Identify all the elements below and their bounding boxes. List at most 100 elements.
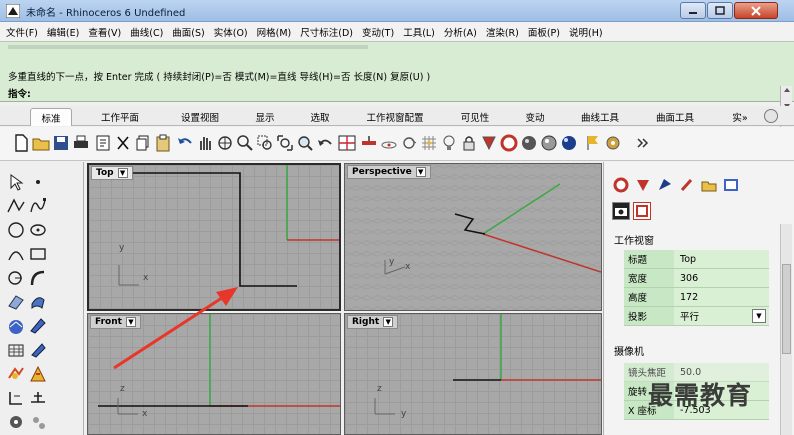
menu-panels[interactable]: 面板(P) [528, 25, 560, 39]
ghosted-sphere-icon[interactable] [520, 134, 538, 152]
menu-dimension[interactable]: 尺寸标注(D) [300, 25, 353, 39]
tab-surface-tools[interactable]: 曲面工具 [645, 108, 705, 126]
tab-options-gear-icon[interactable] [764, 109, 778, 123]
undo-view-icon[interactable] [316, 134, 334, 152]
viewport-top-tab[interactable]: Top ▼ [91, 166, 133, 180]
open-folder-icon[interactable] [32, 134, 50, 152]
viewport-right-tab[interactable]: Right ▼ [347, 315, 399, 329]
paste-icon[interactable] [154, 134, 172, 152]
render-flag-icon[interactable] [584, 134, 602, 152]
menu-analyze[interactable]: 分析(A) [444, 25, 477, 39]
tab-set-view[interactable]: 设置视图 [170, 108, 230, 126]
solid-sphere-icon[interactable] [28, 316, 48, 336]
point-icon[interactable] [28, 172, 48, 192]
analyze-tool-icon[interactable] [28, 364, 48, 384]
boolean-tool-icon[interactable] [28, 340, 48, 360]
background-subtab-icon[interactable] [633, 202, 651, 220]
menu-surface[interactable]: 曲面(S) [172, 25, 204, 39]
projection-select[interactable]: 平行 ▼ [674, 307, 769, 326]
menu-file[interactable]: 文件(F) [6, 25, 38, 39]
fillet-curve-icon[interactable] [6, 268, 26, 288]
print-icon[interactable] [72, 134, 90, 152]
rotate-view-icon[interactable] [216, 134, 234, 152]
menu-edit[interactable]: 编辑(E) [47, 25, 79, 39]
cut-icon[interactable] [114, 134, 132, 152]
lock-icon[interactable] [460, 134, 478, 152]
cplane-origin-icon[interactable] [380, 134, 398, 152]
viewport-menu-arrow-icon[interactable]: ▼ [383, 317, 394, 327]
dimension-tool-icon[interactable] [6, 388, 26, 408]
shaded-material-icon[interactable] [480, 134, 498, 152]
xray-sphere-icon[interactable] [540, 134, 558, 152]
minimize-button[interactable] [680, 2, 706, 19]
menu-tools[interactable]: 工具(L) [403, 25, 435, 39]
transform-tool-icon[interactable] [6, 364, 26, 384]
pan-hand-icon[interactable] [196, 134, 214, 152]
panel-scroll-thumb[interactable] [782, 264, 791, 354]
cplane-rotate-icon[interactable] [400, 134, 418, 152]
set-cplane-icon[interactable] [360, 134, 378, 152]
prop-value-field[interactable]: 172 [674, 288, 769, 307]
menu-solid[interactable]: 实体(O) [214, 25, 248, 39]
render-sphere-icon[interactable] [560, 134, 578, 152]
select-arrow-icon[interactable] [6, 172, 26, 192]
object-snap-icon[interactable] [6, 412, 26, 432]
menu-render[interactable]: 渲染(R) [486, 25, 519, 39]
solid-box-icon[interactable] [6, 316, 26, 336]
viewport-menu-arrow-icon[interactable]: ▼ [117, 168, 128, 178]
viewport-right[interactable]: z y Right ▼ [344, 313, 602, 435]
tab-standard[interactable]: 标准 [30, 108, 72, 126]
viewport-menu-arrow-icon[interactable]: ▼ [415, 167, 426, 177]
panel-scrollbar[interactable] [780, 224, 792, 435]
tab-curve-tools[interactable]: 曲线工具 [570, 108, 630, 126]
light-bulb-icon[interactable] [440, 134, 458, 152]
undo-icon[interactable] [176, 134, 194, 152]
tab-visibility[interactable]: 可见性 [450, 108, 500, 126]
polyline-icon[interactable] [6, 196, 26, 216]
tab-transform[interactable]: 变动 [515, 108, 555, 126]
viewport-perspective-tab[interactable]: Perspective ▼ [347, 165, 431, 179]
menu-transform[interactable]: 变动(T) [362, 25, 394, 39]
materials-panel-tab-icon[interactable] [656, 176, 674, 194]
command-input[interactable] [38, 86, 776, 100]
rendered-sphere-icon[interactable] [500, 134, 518, 152]
menu-help[interactable]: 说明(H) [569, 25, 603, 39]
mesh-tool-icon[interactable] [6, 340, 26, 360]
offset-curve-icon[interactable] [28, 268, 48, 288]
tab-viewport-layout[interactable]: 工作视窗配置 [355, 108, 435, 126]
surface-tool-icon[interactable] [6, 292, 26, 312]
ellipse-icon[interactable] [28, 220, 48, 240]
viewport-layout-icon[interactable] [338, 134, 356, 152]
menu-view[interactable]: 查看(V) [88, 25, 121, 39]
toolbar-overflow-icon[interactable] [634, 134, 652, 152]
prop-value-field[interactable]: Top [674, 250, 769, 269]
maximize-button[interactable] [707, 2, 733, 19]
close-button[interactable] [734, 2, 778, 19]
curve-icon[interactable] [28, 196, 48, 216]
libraries-panel-tab-icon[interactable] [700, 176, 718, 194]
history-tool-icon[interactable] [28, 412, 48, 432]
copy-icon[interactable] [134, 134, 152, 152]
tab-cplanes[interactable]: 工作平面 [90, 108, 150, 126]
menu-mesh[interactable]: 网格(M) [257, 25, 292, 39]
menu-curve[interactable]: 曲线(C) [130, 25, 163, 39]
save-icon[interactable] [52, 134, 70, 152]
render-settings-icon[interactable] [604, 134, 622, 152]
cplane-tool-icon[interactable] [28, 388, 48, 408]
properties-panel-tab-icon[interactable] [612, 176, 630, 194]
grid-snap-icon[interactable] [420, 134, 438, 152]
tab-select[interactable]: 选取 [300, 108, 340, 126]
viewport-perspective[interactable]: y x Perspective ▼ [344, 163, 602, 311]
dropdown-arrow-icon[interactable]: ▼ [752, 309, 766, 323]
tab-display[interactable]: 显示 [245, 108, 285, 126]
layers-panel-tab-icon[interactable] [634, 176, 652, 194]
help-panel-tab-icon[interactable] [722, 176, 740, 194]
rectangle-icon[interactable] [28, 244, 48, 264]
prop-value-field[interactable]: 306 [674, 269, 769, 288]
zoom-window-icon[interactable] [256, 134, 274, 152]
properties-icon[interactable] [94, 134, 112, 152]
display-panel-tab-icon[interactable] [678, 176, 696, 194]
circle-icon[interactable] [6, 220, 26, 240]
camera-subtab-icon[interactable] [612, 202, 630, 220]
extrude-surface-icon[interactable] [28, 292, 48, 312]
